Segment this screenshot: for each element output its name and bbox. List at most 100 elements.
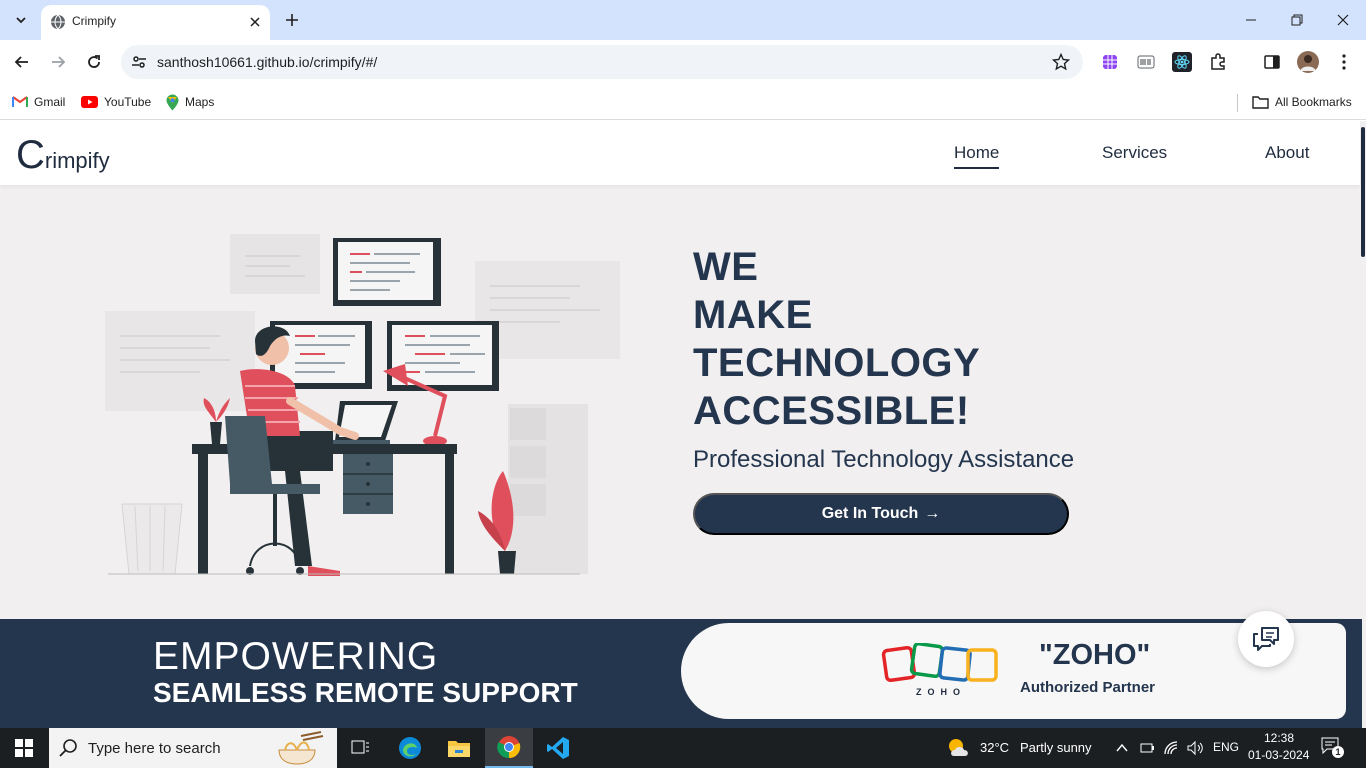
partner-name: "ZOHO" [1039,639,1151,671]
reload-icon [88,55,100,68]
search-icon [59,739,77,757]
all-bookmarks-button[interactable]: All Bookmarks [1252,92,1352,112]
vscode-icon [547,737,569,759]
bookmark-youtube[interactable]: YouTube [81,92,151,112]
zoho-logo: ZOHO [881,643,998,697]
page-viewport: Crimpify Home Services About WE MAKE TEC… [0,121,1366,728]
close-tab-button[interactable] [246,13,264,31]
browser-toolbar: santhosh10661.github.io/crimpify/#/ [0,40,1366,85]
chat-icon [1253,627,1279,651]
site-info-button[interactable] [129,52,149,72]
url-text: santhosh10661.github.io/crimpify/#/ [157,54,378,70]
extension-purple-button[interactable] [1100,52,1120,72]
plus-icon [286,14,298,26]
weather-description[interactable]: Partly sunny [1020,740,1092,755]
taskbar-file-explorer[interactable] [435,728,483,768]
get-in-touch-button[interactable]: Get In Touch → [693,493,1069,535]
site-logo[interactable]: Crimpify [16,133,110,178]
puzzle-icon [1211,53,1225,70]
close-icon [250,17,260,27]
side-panel-button[interactable] [1262,52,1282,72]
volume-icon[interactable] [1186,740,1204,756]
reload-button[interactable] [82,50,106,74]
task-view-button[interactable] [337,728,385,768]
maps-icon [166,94,179,110]
tune-icon [132,56,146,68]
bookmark-gmail[interactable]: Gmail [12,92,65,112]
minimize-button[interactable] [1239,8,1263,32]
gmail-icon [12,96,28,107]
edge-icon [399,737,421,759]
start-button[interactable] [0,728,48,768]
folder-icon [448,741,470,757]
close-icon [1337,14,1349,26]
clock-date[interactable]: 01-03-2024 [1248,748,1309,762]
close-window-button[interactable] [1331,8,1355,32]
hero-subtitle: Professional Technology Assistance [693,446,1075,473]
headline-line: MAKE [693,293,813,337]
nav-home[interactable]: Home [954,143,1000,169]
profile-avatar[interactable] [1297,51,1319,73]
headline-line: TECHNOLOGY [693,341,981,385]
headline-line: WE [693,245,759,289]
clock-time[interactable]: 12:38 [1264,731,1294,745]
taskbar-chrome[interactable] [485,728,533,768]
browser-menu-button[interactable] [1334,52,1354,72]
page-scrollbar[interactable] [1360,121,1366,728]
logo-rest: rimpify [44,148,110,173]
folder-icon [1252,96,1269,109]
chat-button[interactable] [1238,611,1294,667]
star-icon [1052,53,1070,71]
nav-services[interactable]: Services [1102,143,1167,163]
bookmark-maps[interactable]: Maps [166,92,214,112]
input-language[interactable]: ENG [1213,740,1239,754]
taskbar-search[interactable]: Type here to search [49,728,337,768]
chevron-up-icon[interactable] [1115,741,1129,755]
search-placeholder: Type here to search [88,740,221,757]
extensions-button[interactable] [1208,52,1228,72]
arrow-right-icon [52,56,66,68]
hero-headline: WE MAKE TECHNOLOGY ACCESSIBLE! [693,243,980,435]
address-bar[interactable]: santhosh10661.github.io/crimpify/#/ [121,45,1083,79]
noodles-icon [278,731,324,765]
more-vertical-icon [1342,54,1346,70]
partner-band: EMPOWERING SEAMLESS REMOTE SUPPORT ZOHO … [0,619,1362,728]
battery-plug-icon[interactable] [1139,740,1155,756]
chevron-down-icon [16,17,26,24]
forward-button[interactable] [46,50,70,74]
back-button[interactable] [10,50,34,74]
zoho-logo-text: ZOHO [916,687,966,697]
minimize-icon [1246,19,1256,21]
new-tab-button[interactable] [280,8,304,32]
youtube-icon [81,96,98,108]
all-bookmarks-label: All Bookmarks [1275,95,1352,109]
headline-line: ACCESSIBLE! [693,389,970,433]
windows-taskbar: Type here to search 32°C Partly sunny EN… [0,728,1366,768]
weather-temperature[interactable]: 32°C [980,740,1009,755]
wifi-icon[interactable] [1163,740,1179,756]
bookmark-label: YouTube [104,95,152,109]
browser-tab-active[interactable]: Crimpify [41,5,270,40]
react-devtools-button[interactable] [1172,52,1192,72]
band-title: EMPOWERING [153,635,439,678]
notifications-button[interactable]: 1 [1320,736,1346,760]
extension-barcode-button[interactable] [1136,52,1156,72]
avatar-icon [1297,51,1319,73]
react-icon [1172,52,1192,72]
nav-about[interactable]: About [1265,143,1309,163]
tab-search-button[interactable] [8,7,34,33]
hero-illustration [105,234,620,576]
bookmark-label: Maps [185,95,215,109]
barcode-icon [1137,55,1155,69]
partly-sunny-icon [949,739,968,756]
band-subtitle: SEAMLESS REMOTE SUPPORT [153,677,578,708]
arrow-right-icon: → [924,505,941,522]
scrollbar-thumb[interactable] [1361,127,1365,257]
taskbar-edge[interactable] [386,728,434,768]
taskbar-vscode[interactable] [534,728,582,768]
bookmark-star-button[interactable] [1051,52,1071,72]
restore-button[interactable] [1285,8,1309,32]
side-panel-icon [1264,55,1280,69]
partner-tagline: Authorized Partner [1020,679,1156,696]
task-view-icon [351,740,369,754]
